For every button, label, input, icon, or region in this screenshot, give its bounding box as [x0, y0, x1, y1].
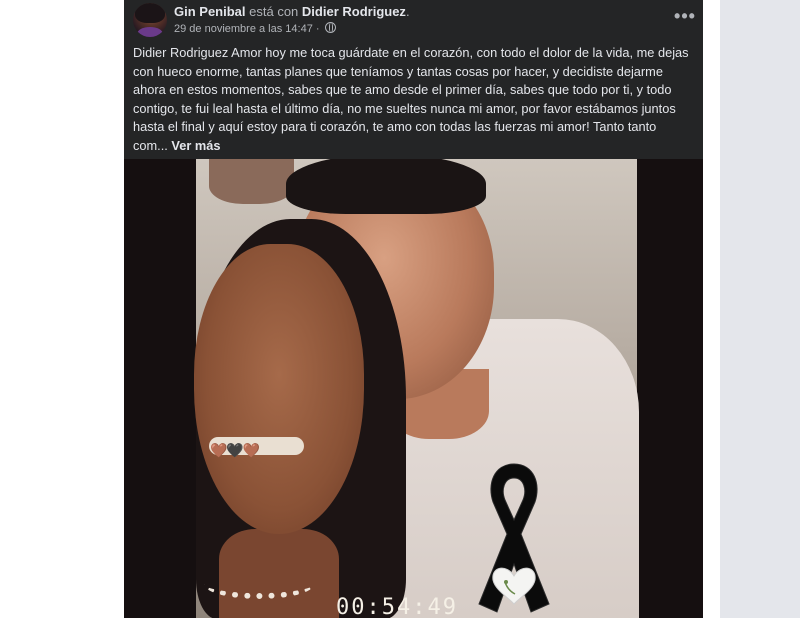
- avatar-shirt: [137, 27, 163, 37]
- globe-icon[interactable]: [324, 22, 336, 33]
- avatar-hair: [135, 3, 165, 23]
- meta-separator: ·: [315, 23, 320, 35]
- facebook-post: Gin Penibal está con Didier Rodriguez. 2…: [124, 0, 703, 618]
- black-ribbon-icon: [478, 463, 550, 613]
- post-header: Gin Penibal está con Didier Rodriguez. 2…: [124, 0, 703, 40]
- author-line: Gin Penibal está con Didier Rodriguez.: [174, 4, 410, 19]
- hearts-sticker: 🤎🖤🤎: [210, 442, 260, 458]
- page-right-margin: [703, 0, 720, 618]
- see-more-link[interactable]: Ver más: [171, 138, 220, 153]
- photo-time-overlay: 00:54:49: [336, 595, 458, 618]
- author-name-link[interactable]: Gin Penibal: [174, 4, 246, 19]
- right-side-panel: [720, 0, 800, 618]
- post-meta: 29 de noviembre a las 14:47 ·: [174, 22, 336, 35]
- background-person: [209, 159, 294, 204]
- tagged-person-link[interactable]: Didier Rodriguez: [302, 4, 406, 19]
- man-hair: [286, 159, 486, 214]
- post-date-link[interactable]: 29 de noviembre a las 14:47: [174, 23, 313, 35]
- more-options-button[interactable]: •••: [672, 4, 698, 30]
- page-left-margin: [0, 0, 124, 618]
- woman-face: [194, 244, 364, 534]
- author-avatar[interactable]: [133, 3, 167, 37]
- post-body: Didier Rodriguez Amor hoy me toca guárda…: [133, 44, 693, 156]
- pearl-necklace: [204, 569, 314, 599]
- post-body-text: Didier Rodriguez Amor hoy me toca guárda…: [133, 45, 689, 153]
- with-connector: está con: [249, 4, 299, 19]
- post-photo[interactable]: 🤎🖤🤎 00:54:49: [124, 159, 703, 618]
